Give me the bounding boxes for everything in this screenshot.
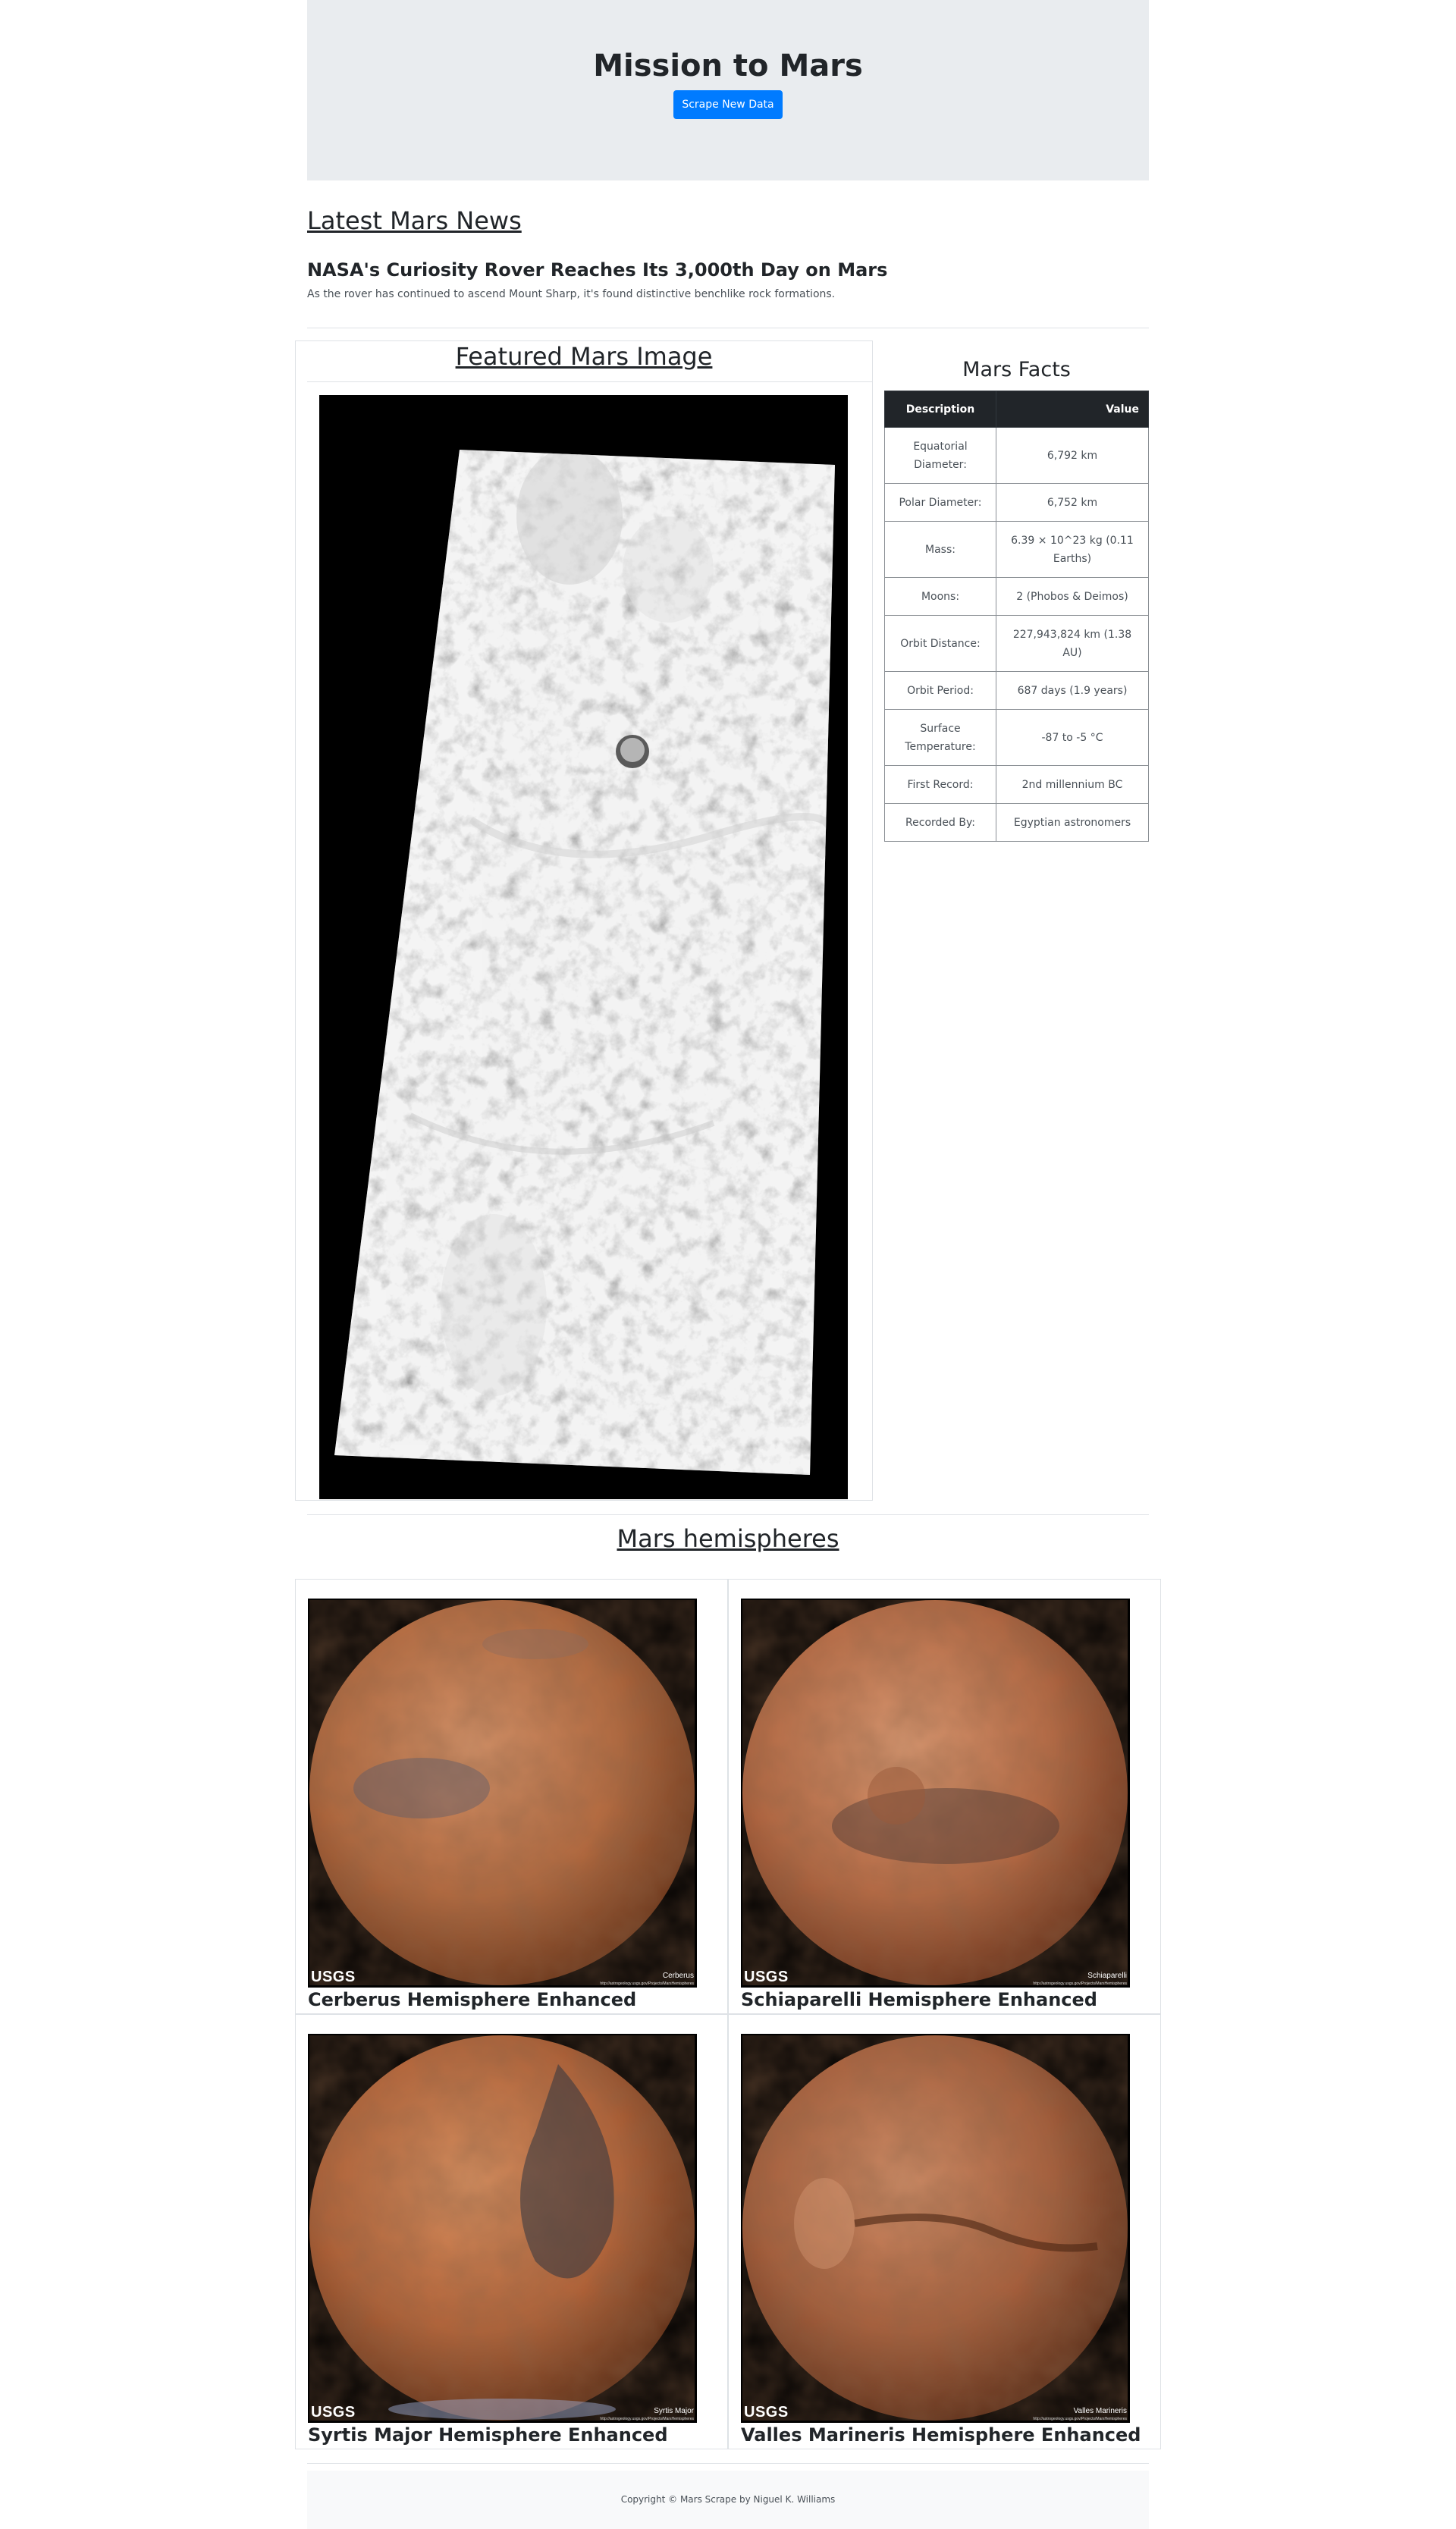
fact-value: 6,792 km: [996, 427, 1149, 484]
fact-value: 2nd millennium BC: [996, 765, 1149, 804]
fact-value: -87 to -5 °C: [996, 709, 1149, 766]
table-row: Equatorial Diameter: 6,792 km: [884, 427, 1149, 484]
news-section-title-wrap: Latest Mars News: [307, 206, 522, 235]
column-header-value: Value: [996, 391, 1149, 428]
usgs-logo: USGS: [311, 1969, 356, 1985]
news-headline: NASA's Curiosity Rover Reaches Its 3,000…: [307, 259, 888, 281]
fact-value: 687 days (1.9 years): [996, 671, 1149, 710]
hemisphere-image-caption: Valles Marineris: [1073, 2407, 1127, 2415]
hemisphere-title: Schiaparelli Hemisphere Enhanced: [741, 1989, 1097, 2010]
column-header-description: Description: [884, 391, 996, 428]
fact-description: Surface Temperature:: [884, 709, 996, 766]
table-row: First Record: 2nd millennium BC: [884, 765, 1149, 804]
hemisphere-card: USGS Syrtis Major http://astrogeology.us…: [295, 2014, 728, 2449]
hemisphere-image[interactable]: USGS Schiaparelli http://astrogeology.us…: [741, 1599, 1130, 1988]
hemisphere-image-url: http://astrogeology.usgs.gov/Projects/Ma…: [1033, 2417, 1127, 2421]
featured-mars-image-graphic: [319, 395, 848, 1499]
mars-globe-icon: [741, 2034, 1130, 2423]
hemisphere-image-url: http://astrogeology.usgs.gov/Projects/Ma…: [1033, 1981, 1127, 1986]
table-row: Surface Temperature: -87 to -5 °C: [884, 709, 1149, 766]
fact-description: First Record:: [884, 765, 996, 804]
fact-value: 6.39 × 10^23 kg (0.11 Earths): [996, 521, 1149, 578]
featured-image-title: Featured Mars Image: [455, 342, 713, 371]
hemisphere-image-url: http://astrogeology.usgs.gov/Projects/Ma…: [600, 1981, 694, 1986]
hemisphere-image-url: http://astrogeology.usgs.gov/Projects/Ma…: [600, 2417, 694, 2421]
hemisphere-image[interactable]: USGS Syrtis Major http://astrogeology.us…: [308, 2034, 697, 2423]
divider: [307, 1514, 1149, 1515]
hemisphere-title-wrap: Schiaparelli Hemisphere Enhanced: [741, 1989, 1097, 2010]
news-section-title: Latest Mars News: [307, 206, 522, 235]
usgs-logo: USGS: [744, 2404, 789, 2421]
table-row: Moons: 2 (Phobos & Deimos): [884, 577, 1149, 616]
fact-value: Egyptian astronomers: [996, 803, 1149, 842]
mars-globe-icon: [741, 1599, 1130, 1988]
news-headline-wrap: NASA's Curiosity Rover Reaches Its 3,000…: [307, 259, 887, 281]
mars-facts-table-wrap: Description Value Equatorial Diameter: 6…: [884, 391, 1149, 842]
hemisphere-title: Cerberus Hemisphere Enhanced: [308, 1989, 637, 2010]
featured-card-divider: [307, 381, 873, 382]
divider: [307, 2463, 1149, 2464]
hemisphere-image-caption: Schiaparelli: [1087, 1972, 1127, 1980]
hemisphere-card: USGS Cerberus http://astrogeology.usgs.g…: [295, 1579, 728, 2014]
hemisphere-title: Syrtis Major Hemisphere Enhanced: [308, 2424, 668, 2446]
hemisphere-title: Valles Marineris Hemisphere Enhanced: [741, 2424, 1141, 2446]
fact-value: 6,752 km: [996, 483, 1149, 522]
fact-value: 2 (Phobos & Deimos): [996, 577, 1149, 616]
mars-globe-icon: [308, 1599, 697, 1988]
hemisphere-image[interactable]: USGS Valles Marineris http://astrogeolog…: [741, 2034, 1130, 2423]
usgs-logo: USGS: [744, 1969, 789, 1985]
fact-description: Mass:: [884, 521, 996, 578]
featured-mars-image[interactable]: [319, 395, 848, 1499]
jumbotron-header: Mission to Mars Scrape New Data: [307, 0, 1149, 180]
hemisphere-title-wrap: Cerberus Hemisphere Enhanced: [308, 1989, 636, 2010]
featured-title-wrap: Featured Mars Image: [295, 342, 873, 371]
mars-facts-header-row: Description Value: [884, 391, 1149, 428]
mars-facts-title: Mars Facts: [962, 358, 1071, 381]
hemisphere-title-wrap: Syrtis Major Hemisphere Enhanced: [308, 2424, 668, 2446]
page-title: Mission to Mars: [593, 49, 863, 83]
fact-description: Orbit Period:: [884, 671, 996, 710]
scrape-new-data-button[interactable]: Scrape New Data: [673, 90, 783, 119]
fact-description: Recorded By:: [884, 803, 996, 842]
footer-copyright: Copyright © Mars Scrape by Niguel K. Wil…: [620, 2494, 836, 2505]
fact-description: Moons:: [884, 577, 996, 616]
news-teaser: As the rover has continued to ascend Mou…: [307, 288, 836, 300]
hemisphere-image-caption: Syrtis Major: [654, 2407, 694, 2415]
mars-globe-icon: [308, 2034, 697, 2423]
table-row: Orbit Distance: 227,943,824 km (1.38 AU): [884, 615, 1149, 672]
footer: Copyright © Mars Scrape by Niguel K. Wil…: [307, 2471, 1149, 2529]
fact-value: 227,943,824 km (1.38 AU): [996, 615, 1149, 672]
usgs-logo: USGS: [311, 2404, 356, 2421]
fact-description: Polar Diameter:: [884, 483, 996, 522]
news-teaser-wrap: As the rover has continued to ascend Mou…: [307, 288, 835, 300]
hemisphere-title-wrap: Valles Marineris Hemisphere Enhanced: [741, 2424, 1141, 2446]
table-row: Recorded By: Egyptian astronomers: [884, 803, 1149, 842]
table-row: Polar Diameter: 6,752 km: [884, 483, 1149, 522]
hemisphere-image[interactable]: USGS Cerberus http://astrogeology.usgs.g…: [308, 1599, 697, 1988]
mars-facts-table: Description Value Equatorial Diameter: 6…: [884, 391, 1149, 842]
hemisphere-card: USGS Schiaparelli http://astrogeology.us…: [728, 1579, 1161, 2014]
hemispheres-title-wrap: Mars hemispheres: [295, 1524, 1161, 1553]
hemisphere-card: USGS Valles Marineris http://astrogeolog…: [728, 2014, 1161, 2449]
table-row: Orbit Period: 687 days (1.9 years): [884, 671, 1149, 710]
fact-description: Equatorial Diameter:: [884, 427, 996, 484]
hemispheres-title: Mars hemispheres: [617, 1524, 839, 1553]
fact-description: Orbit Distance:: [884, 615, 996, 672]
hemisphere-image-caption: Cerberus: [662, 1972, 694, 1980]
table-row: Mass: 6.39 × 10^23 kg (0.11 Earths): [884, 521, 1149, 578]
